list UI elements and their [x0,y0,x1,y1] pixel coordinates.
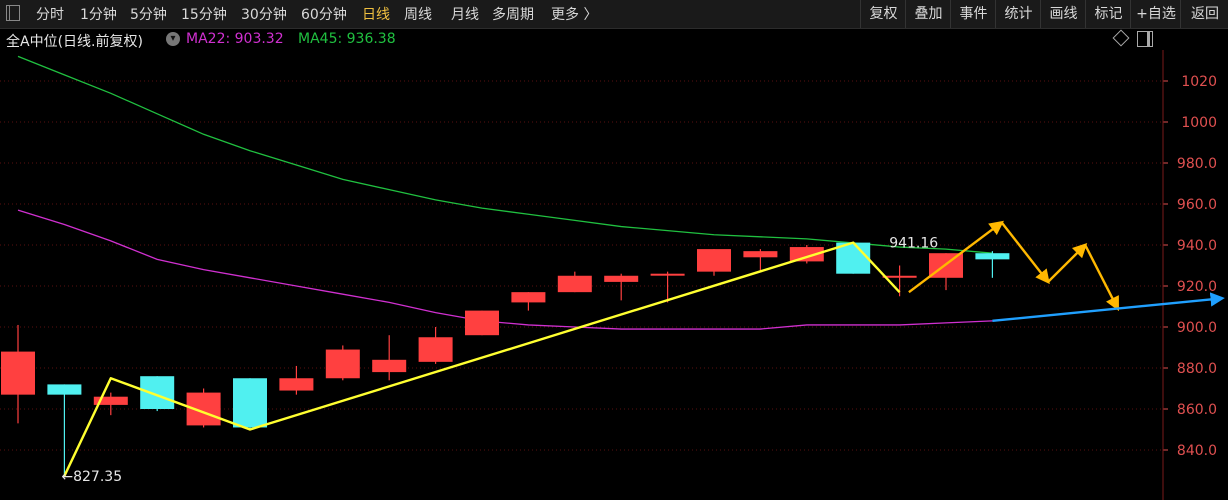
candle-body [511,292,546,303]
candle-body [557,275,592,293]
ma45-line [17,55,993,254]
candle-body [233,378,267,428]
candle-body [882,275,917,278]
candle-body [372,359,407,373]
y-tick-label: 960.0 [1177,197,1217,213]
y-tick-label: 920.0 [1177,279,1217,295]
wave-line [63,241,901,477]
blue-trend-arrow [992,292,1225,323]
y-tick-label: 900.0 [1177,320,1217,336]
high-price-label: 941.16 [889,236,938,252]
candle-body [650,273,685,276]
forecast-arrow [1047,242,1088,283]
y-tick-label: 880.0 [1177,361,1217,377]
y-tick-label: 860.0 [1177,402,1217,418]
y-tick-label: 940.0 [1177,238,1217,254]
candle-body [140,376,175,409]
candle-body [743,251,778,258]
candle-body [279,378,314,391]
candle-body [418,337,453,362]
candle-body [697,249,731,272]
low-price-label: ←827.35 [61,469,122,485]
y-tick-label: 1000 [1181,115,1217,131]
forecast-arrow [1000,221,1050,285]
candle-body [465,310,499,336]
forecast-arrow [1084,244,1119,312]
y-tick-label: 980.0 [1177,156,1217,172]
candle-body [47,384,82,395]
candle-body [325,349,360,379]
candle-body [975,253,1010,260]
y-tick-label: 840.0 [1177,443,1217,459]
y-tick-label: 1020 [1181,74,1217,90]
candlestick-chart[interactable]: 840.0 860.0 880.0 900.0 920.0 940.0 960.0 980.0… [0,0,1228,500]
candle-body [604,275,639,282]
candle-body [1,351,35,395]
